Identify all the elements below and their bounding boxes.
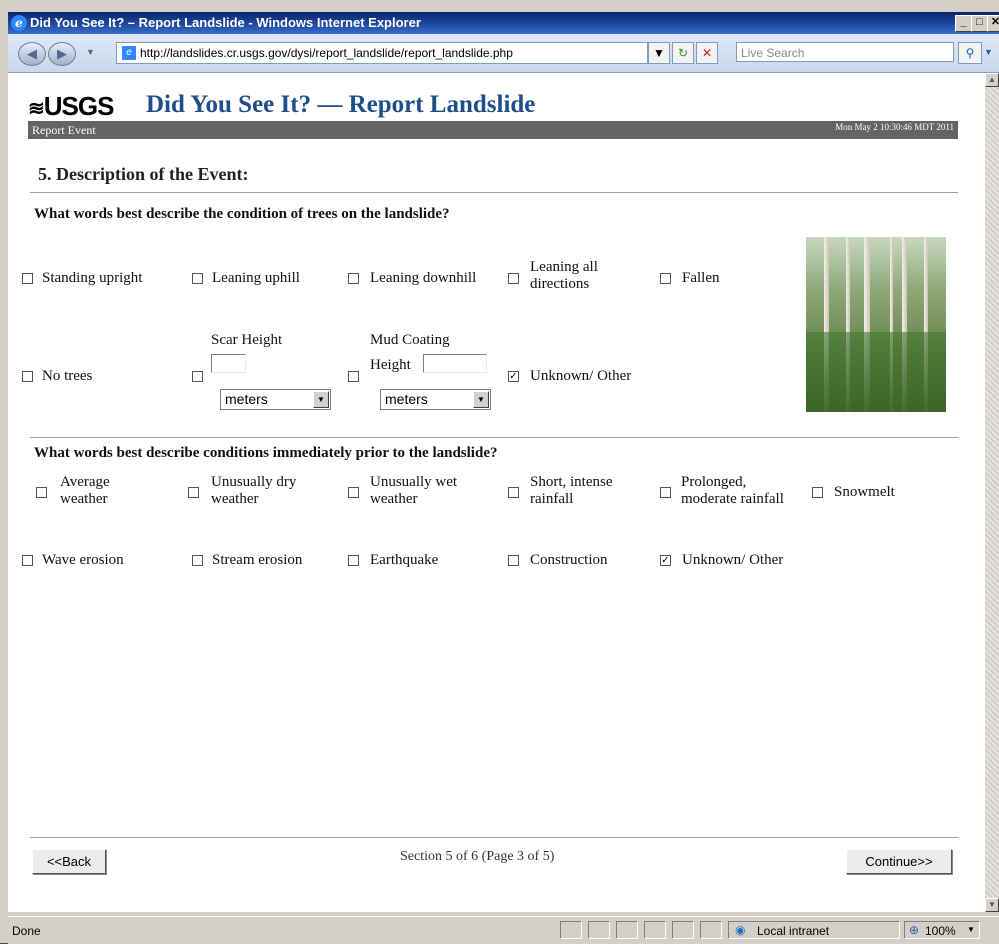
label-prolonged-moderate-rainfall: Prolonged, moderate rainfall — [681, 474, 784, 507]
scar-height-input[interactable] — [211, 354, 246, 373]
checkbox-average-weather[interactable] — [36, 487, 47, 498]
vertical-scrollbar[interactable]: ▲ ▼ — [985, 73, 999, 912]
url-text: http://landslides.cr.usgs.gov/dysi/repor… — [140, 46, 513, 60]
continue-button[interactable]: Continue>> — [846, 849, 952, 874]
label-short-intense-rainfall: Short, intense rainfall — [530, 474, 613, 507]
checkbox-prolonged-moderate-rainfall[interactable] — [660, 487, 671, 498]
label-standing-upright: Standing upright — [42, 270, 143, 286]
divider — [30, 437, 958, 438]
address-bar[interactable]: e http://landslides.cr.usgs.gov/dysi/repo… — [116, 42, 648, 64]
checkbox-snowmelt[interactable] — [812, 487, 823, 498]
breadcrumb: Report Event — [32, 123, 96, 137]
question-prior-conditions: What words best describe conditions imme… — [34, 445, 498, 461]
status-bar: Done ◉ Local intranet ⊕ 100% ▼ — [8, 916, 999, 944]
label-leaning-uphill: Leaning uphill — [212, 270, 300, 286]
label-leaning-all-directions: Leaning all directions — [530, 259, 598, 292]
section-title: 5. Description of the Event: — [38, 164, 249, 184]
checkbox-unusually-wet[interactable] — [348, 487, 359, 498]
divider — [30, 837, 958, 838]
timestamp: Mon May 2 10:30:46 MDT 2011 — [835, 122, 954, 132]
zone-text: Local intranet — [757, 924, 830, 938]
label-mud-coating-height: Height — [370, 357, 411, 373]
label-earthquake: Earthquake — [370, 552, 439, 568]
checkbox-wave-erosion[interactable] — [22, 555, 33, 566]
checkbox-earthquake[interactable] — [348, 555, 359, 566]
zoom-level: 100% — [925, 924, 956, 938]
maximize-icon[interactable]: □ — [971, 15, 988, 32]
title-bar: e Did You See It? – Report Landslide - W… — [8, 12, 999, 34]
zoom-dropdown-icon[interactable]: ▼ — [967, 925, 975, 934]
search-input[interactable]: Live Search — [736, 42, 954, 62]
checkbox-leaning-downhill[interactable] — [348, 273, 359, 284]
checkbox-conditions-unknown-other[interactable]: ✓ — [660, 555, 671, 566]
checkbox-unusually-dry[interactable] — [188, 487, 199, 498]
checkbox-short-intense-rainfall[interactable] — [508, 487, 519, 498]
zoom-icon: ⊕ — [909, 923, 920, 937]
label-scar-height: Scar Height — [211, 332, 283, 348]
scroll-down-icon[interactable]: ▼ — [985, 898, 999, 912]
label-stream-erosion: Stream erosion — [212, 552, 303, 568]
checkbox-leaning-all-directions[interactable] — [508, 273, 519, 284]
checkbox-mud-coating-height[interactable] — [348, 371, 359, 382]
usgs-logo: ≋USGS — [28, 91, 114, 121]
label-no-trees: No trees — [42, 368, 93, 384]
label-wave-erosion: Wave erosion — [42, 552, 124, 568]
address-dropdown-icon[interactable]: ▼ — [648, 42, 670, 64]
refresh-icon[interactable]: ↻ — [672, 42, 694, 64]
zoom-control[interactable]: ⊕ 100% ▼ — [904, 921, 980, 939]
question-trees: What words best describe the condition o… — [34, 206, 450, 222]
checkbox-scar-height[interactable] — [192, 371, 203, 382]
chevron-down-icon: ▼ — [473, 391, 489, 408]
checkbox-trees-unknown-other[interactable]: ✓ — [508, 371, 519, 382]
label-construction: Construction — [530, 552, 608, 568]
checkbox-leaning-uphill[interactable] — [192, 273, 203, 284]
page-content: ≋USGS Did You See It? — Report Landslide… — [8, 73, 985, 912]
checkbox-standing-upright[interactable] — [22, 273, 33, 284]
label-trees-unknown-other: Unknown/ Other — [530, 368, 632, 384]
scroll-up-icon[interactable]: ▲ — [985, 73, 999, 87]
label-unusually-wet: Unusually wet weather — [370, 474, 458, 507]
ie-logo-icon: e — [11, 15, 27, 31]
checkbox-fallen[interactable] — [660, 273, 671, 284]
label-fallen: Fallen — [682, 270, 720, 286]
page-title: Did You See It? — Report Landslide — [146, 91, 536, 118]
label-conditions-unknown-other: Unknown/ Other — [682, 552, 784, 568]
check-icon: ✓ — [661, 555, 670, 566]
divider — [30, 192, 958, 193]
label-average-weather: Average weather — [60, 474, 110, 507]
stop-icon[interactable]: ✕ — [696, 42, 718, 64]
checkbox-construction[interactable] — [508, 555, 519, 566]
mud-unit-select[interactable]: meters ▼ — [380, 389, 491, 410]
status-text: Done — [12, 924, 41, 938]
page-icon: e — [122, 46, 136, 60]
close-icon[interactable]: ✕ — [987, 15, 999, 32]
window-title: Did You See It? – Report Landslide - Win… — [30, 15, 421, 30]
search-options-icon[interactable]: ▼ — [984, 47, 993, 57]
progress-text: Section 5 of 6 (Page 3 of 5) — [400, 849, 555, 864]
back-arrow-icon[interactable]: ◀ — [18, 42, 46, 66]
checkbox-stream-erosion[interactable] — [192, 555, 203, 566]
mud-coating-height-input[interactable] — [423, 354, 487, 373]
back-button[interactable]: <<Back — [32, 849, 106, 874]
recent-pages-chevron-icon[interactable]: ▼ — [86, 47, 95, 57]
minimize-icon[interactable]: _ — [955, 15, 972, 32]
zone-indicator: ◉ Local intranet — [728, 921, 900, 939]
scar-unit-select[interactable]: meters ▼ — [220, 389, 331, 410]
chevron-down-icon: ▼ — [313, 391, 329, 408]
header-bar: Report Event Mon May 2 10:30:46 MDT 2011 — [28, 121, 958, 139]
browser-window: e Did You See It? – Report Landslide - W… — [0, 0, 999, 944]
forward-arrow-icon[interactable]: ▶ — [48, 42, 76, 66]
globe-intranet-icon: ◉ — [735, 923, 746, 937]
label-leaning-downhill: Leaning downhill — [370, 270, 477, 286]
navigation-bar: ◀ ▶ ▼ e http://landslides.cr.usgs.gov/dys… — [8, 34, 999, 73]
checkbox-no-trees[interactable] — [22, 371, 33, 382]
label-unusually-dry: Unusually dry weather — [211, 474, 297, 507]
label-snowmelt: Snowmelt — [834, 484, 895, 500]
search-icon[interactable]: ⚲ — [958, 42, 982, 64]
label-mud-coating: Mud Coating — [370, 332, 450, 348]
check-icon: ✓ — [509, 371, 518, 382]
landslide-trees-photo — [806, 237, 946, 412]
